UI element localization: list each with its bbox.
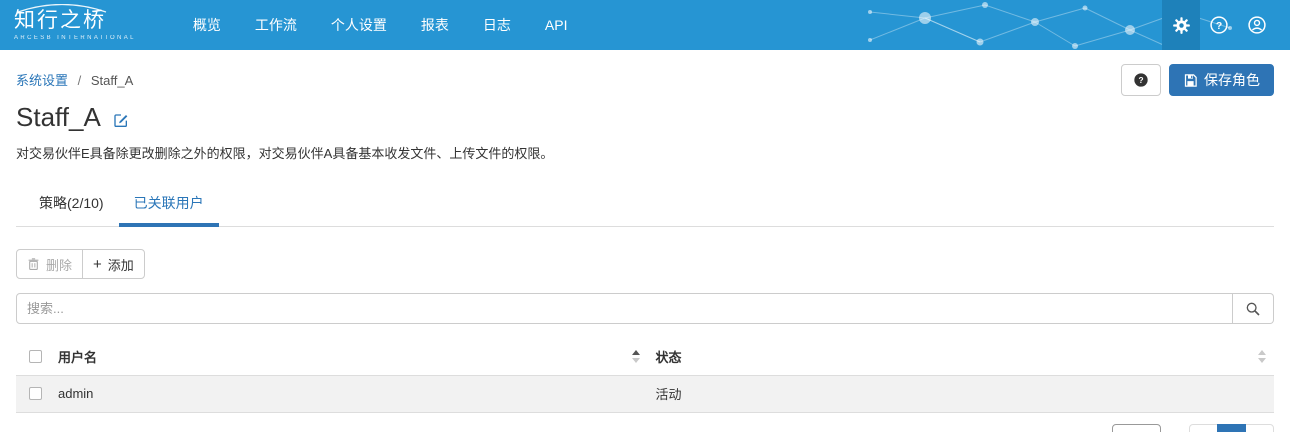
- sort-status-icon[interactable]: [1258, 349, 1266, 363]
- tab-bar: 策略(2/10) 已关联用户: [16, 184, 1274, 227]
- main-nav: 概览 工作流 个人设置 报表 日志 API: [176, 0, 585, 50]
- tab-policies[interactable]: 策略(2/10): [24, 184, 119, 227]
- gear-icon: [1172, 16, 1190, 34]
- tab-associated-users[interactable]: 已关联用户: [118, 184, 219, 227]
- pagination: ‹ 1 ›: [1189, 423, 1274, 432]
- delete-button-label: 删除: [46, 257, 73, 273]
- users-table: 用户名 状态 admin 活动: [16, 338, 1274, 413]
- help-circle-icon: ?: [1134, 73, 1148, 87]
- add-button[interactable]: + 添加: [82, 249, 145, 279]
- column-username-label: 用户名: [58, 349, 98, 365]
- breadcrumb-current: Staff_A: [90, 73, 134, 88]
- row-checkbox[interactable]: [29, 387, 42, 400]
- top-navbar: 知行之桥 ARCESB INTERNATIONAL 概览 工作流 个人设置 报表…: [0, 0, 1290, 50]
- nav-item-reports[interactable]: 报表: [404, 0, 466, 50]
- table-row-admin[interactable]: admin 活动: [16, 375, 1274, 413]
- nav-item-profile[interactable]: 个人设置: [314, 0, 404, 50]
- page-1-button[interactable]: 1: [1217, 423, 1246, 432]
- user-circle-icon: [1248, 16, 1266, 34]
- settings-gear-button[interactable]: [1162, 0, 1200, 50]
- logo-arc: [17, 4, 107, 13]
- edit-title-icon[interactable]: [113, 112, 129, 128]
- delete-button[interactable]: 删除: [16, 249, 84, 279]
- sort-username-icon[interactable]: [631, 349, 640, 363]
- prev-page-button[interactable]: ‹: [1189, 423, 1218, 432]
- svg-text:?: ?: [1138, 75, 1143, 85]
- column-status-label: 状态: [655, 349, 682, 365]
- save-role-button[interactable]: 保存角色: [1169, 64, 1274, 96]
- next-page-button[interactable]: ›: [1245, 423, 1274, 432]
- page-title: Staff_A: [16, 102, 101, 132]
- logo-subtitle: ARCESB INTERNATIONAL: [14, 34, 136, 41]
- svg-text:?: ?: [1216, 21, 1222, 32]
- app-logo[interactable]: 知行之桥 ARCESB INTERNATIONAL: [0, 0, 176, 50]
- cell-status: 活动: [647, 375, 1274, 413]
- nav-item-workflows[interactable]: 工作流: [238, 0, 314, 50]
- user-menu-button[interactable]: [1238, 0, 1276, 50]
- search-button[interactable]: [1233, 293, 1274, 324]
- select-all-checkbox[interactable]: [29, 349, 42, 363]
- cell-username: admin: [50, 375, 648, 413]
- save-role-label: 保存角色: [1204, 72, 1260, 88]
- question-circle-icon: ?: [1210, 16, 1228, 34]
- trash-icon: [28, 258, 39, 270]
- add-button-label: 添加: [107, 257, 134, 273]
- nav-item-logs[interactable]: 日志: [466, 0, 528, 50]
- column-header-status[interactable]: 状态: [647, 338, 1274, 376]
- search-input[interactable]: [16, 293, 1233, 324]
- nav-item-overview[interactable]: 概览: [176, 0, 238, 50]
- column-header-username[interactable]: 用户名: [50, 338, 648, 376]
- table-header-row: 用户名 状态: [16, 338, 1274, 376]
- search-bar: [16, 293, 1274, 324]
- search-icon: [1246, 302, 1260, 316]
- save-icon: [1184, 73, 1197, 87]
- row-actions-group: 删除 + 添加: [16, 249, 145, 279]
- per-page-select[interactable]: 10: [1112, 424, 1161, 432]
- page-help-button[interactable]: ?: [1121, 64, 1161, 96]
- nav-item-api[interactable]: API: [528, 0, 585, 50]
- plus-icon: +: [93, 255, 102, 273]
- breadcrumb-link-system-settings[interactable]: 系统设置: [16, 73, 68, 88]
- breadcrumb: 系统设置 / Staff_A: [16, 64, 133, 89]
- breadcrumb-separator: /: [77, 73, 82, 88]
- role-description: 对交易伙伴E具备除更改删除之外的权限，对交易伙伴A具备基本收发文件、上传文件的权…: [16, 146, 554, 161]
- pencil-square-icon: [114, 113, 128, 127]
- help-menu-button[interactable]: ?: [1200, 0, 1238, 50]
